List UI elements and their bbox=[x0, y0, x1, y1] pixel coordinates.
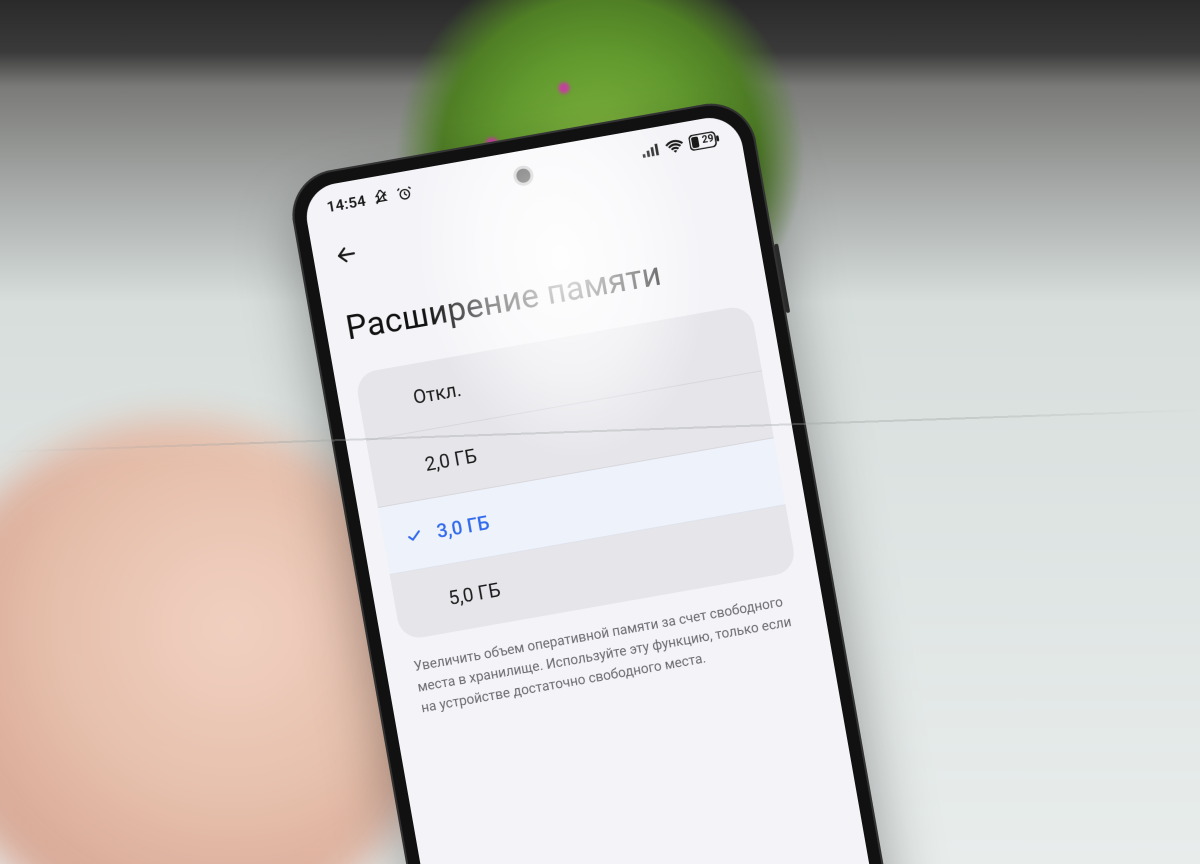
battery-icon: 29 bbox=[688, 130, 720, 151]
memory-option-label: 2,0 ГБ bbox=[423, 444, 479, 476]
battery-percent-label: 29 bbox=[701, 131, 715, 149]
back-button[interactable] bbox=[330, 230, 376, 276]
memory-options-list: Откл. 2,0 ГБ 3,0 ГБ 5,0 ГБ bbox=[354, 304, 797, 641]
mute-icon bbox=[372, 188, 391, 207]
photo-background: 14:54 bbox=[0, 0, 1200, 864]
back-arrow-icon bbox=[331, 240, 361, 270]
checkmark-icon bbox=[404, 526, 425, 545]
memory-option-label: 3,0 ГБ bbox=[435, 511, 491, 543]
wifi-icon bbox=[664, 138, 684, 155]
phone-screen: 14:54 bbox=[301, 113, 898, 864]
alarm-icon bbox=[396, 184, 415, 203]
memory-option-label: Откл. bbox=[411, 378, 463, 409]
settings-page: Расширение памяти Откл.2,0 ГБ3,0 ГБ5,0 Г… bbox=[309, 156, 898, 864]
cellular-signal-icon bbox=[641, 142, 661, 159]
status-time: 14:54 bbox=[325, 192, 367, 217]
memory-option-label: 5,0 ГБ bbox=[447, 578, 503, 610]
